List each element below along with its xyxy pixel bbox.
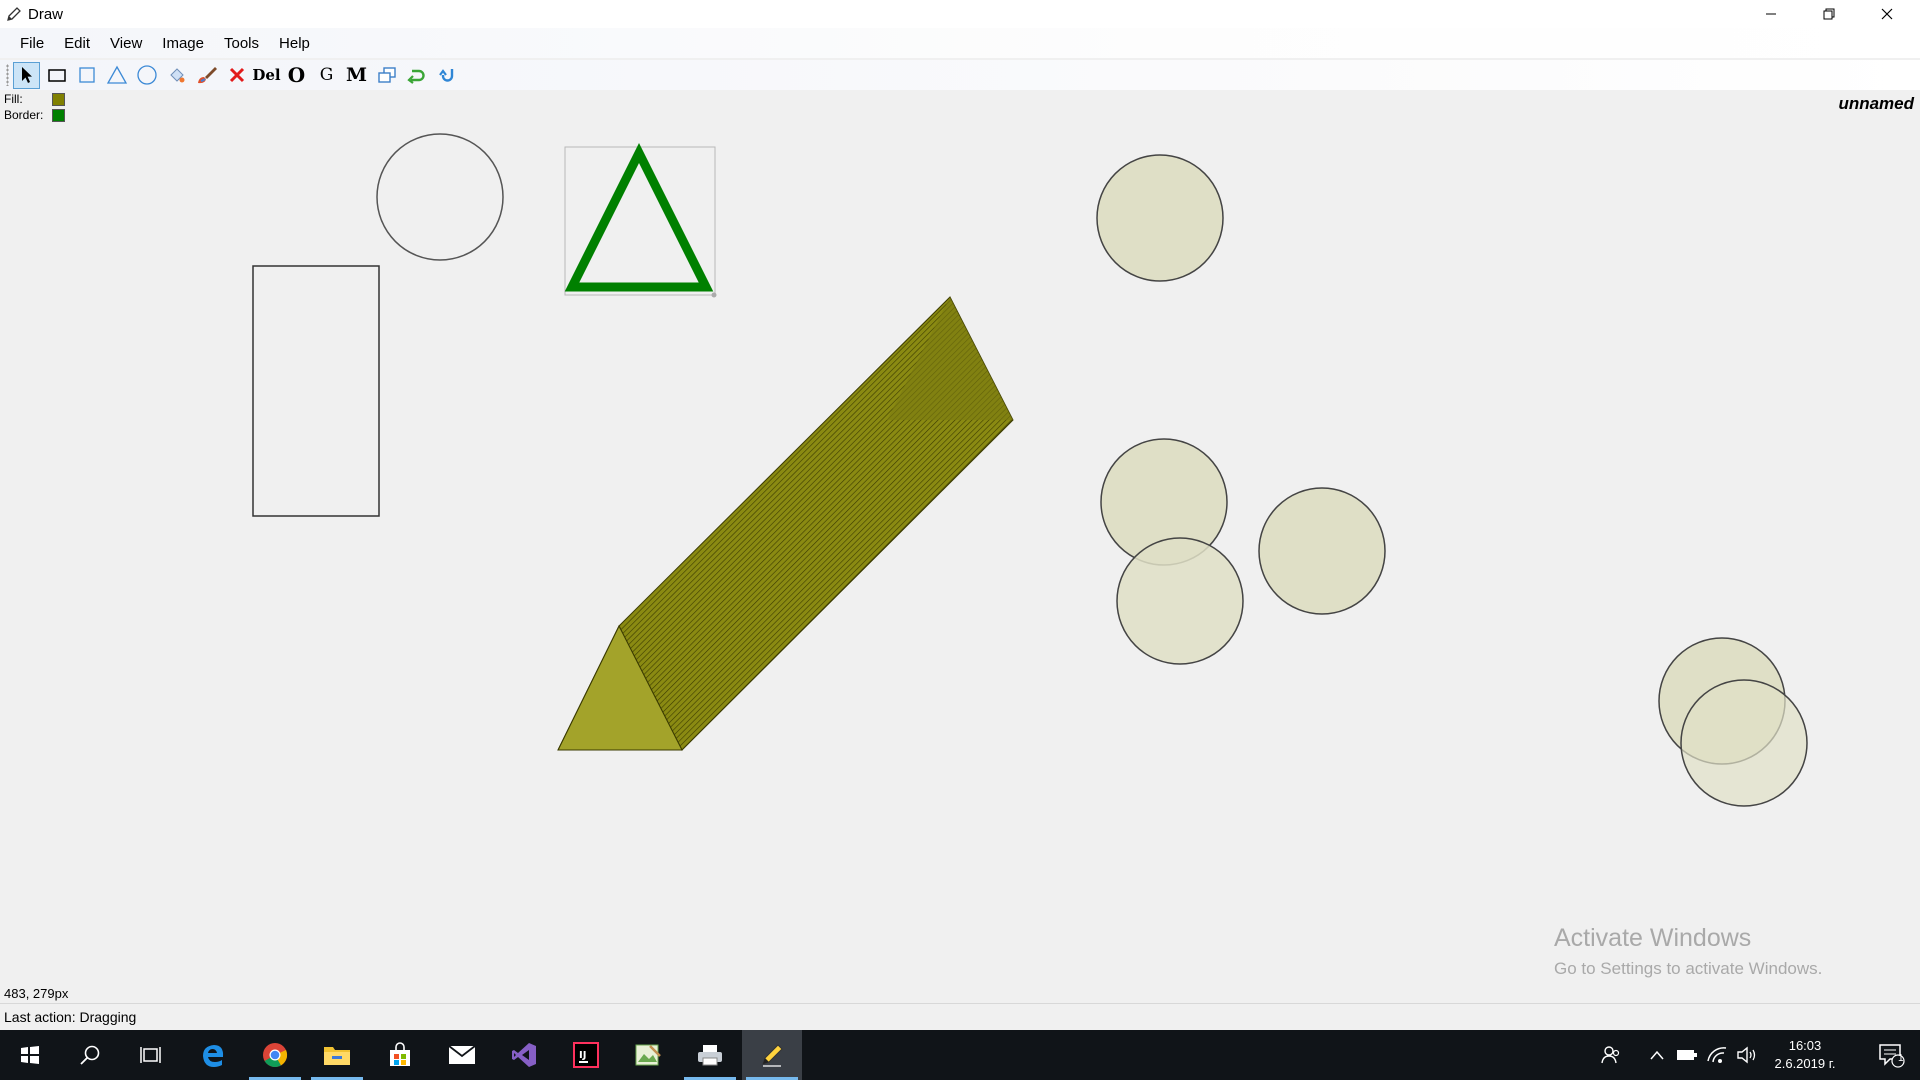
draw-app-icon[interactable] [742,1030,802,1080]
rectangle-icon [47,69,66,82]
paint-bucket-icon [169,68,184,83]
chrome-icon[interactable] [245,1030,305,1080]
undo-button[interactable] [433,62,460,89]
task-view-icon[interactable] [120,1030,180,1080]
notification-count: 1 [1898,1053,1904,1064]
image-editor-icon[interactable] [618,1030,678,1080]
visual-studio-icon[interactable] [494,1030,554,1080]
menu-view[interactable]: View [102,31,151,56]
last-action-status: Last action: Dragging [4,1009,137,1025]
fill-color-button[interactable] [163,62,190,89]
menu-image[interactable]: Image [154,31,213,56]
svg-text:IJ: IJ [579,1050,586,1061]
activate-windows-watermark: Activate Windows Go to Settings to activ… [1554,924,1822,979]
rectangle-tool-button[interactable] [43,62,70,89]
restore-button[interactable] [1800,0,1858,28]
people-icon[interactable] [1596,1030,1626,1080]
filled-circle[interactable] [1258,487,1386,615]
status-divider [0,1003,1920,1004]
opacity-button[interactable]: O [283,62,310,89]
chevron-up-icon[interactable] [1642,1030,1672,1080]
close-icon [1881,8,1893,20]
group-button[interactable]: G [313,62,340,89]
red-x-icon [229,67,244,83]
filled-circle[interactable] [1680,679,1808,807]
restore-icon [1823,8,1835,20]
ellipse-icon [136,65,157,85]
search-icon[interactable] [60,1030,120,1080]
menu-edit[interactable]: Edit [56,31,99,56]
watermark-subtitle: Go to Settings to activate Windows. [1554,959,1823,978]
square-tool-button[interactable] [73,62,100,89]
brush-icon [197,67,217,84]
menu-bar: File Edit View Image Tools Help [0,28,1920,58]
cursor-coordinates: 483, 279px [4,986,69,1001]
toolbar-grip[interactable] [6,64,9,86]
mail-icon[interactable] [432,1030,492,1080]
copy-icon [377,67,396,83]
triangle-icon [106,65,127,84]
printer-icon[interactable] [680,1030,740,1080]
copy-button[interactable] [373,62,400,89]
rotate-button[interactable] [403,62,430,89]
windows-taskbar: IJ 16:03 2.6.2019 г. 1 [0,1030,1920,1080]
notifications-icon[interactable]: 1 [1866,1030,1916,1080]
system-clock[interactable]: 16:03 2.6.2019 г. [1760,1037,1850,1073]
delete-all-button[interactable] [223,62,250,89]
draw-app-window: Draw File Edit View Image Tools Help Del… [0,0,1920,1080]
edge-icon[interactable] [183,1030,243,1080]
filled-circle[interactable] [1116,537,1244,665]
minimize-button[interactable] [1742,0,1800,28]
toolbar: Del O G M [0,60,1920,90]
battery-icon[interactable] [1672,1030,1702,1080]
outline-rectangle[interactable] [252,265,380,517]
triangle-tool-button[interactable] [103,62,130,89]
outline-circle[interactable] [376,133,504,261]
arrow-cursor-icon [21,67,32,83]
menu-tools[interactable]: Tools [216,31,268,56]
clock-date: 2.6.2019 г. [1774,1056,1836,1071]
window-title: Draw [28,5,64,23]
title-bar: Draw [0,0,1920,28]
wifi-icon[interactable] [1702,1030,1732,1080]
border-color-button[interactable] [193,62,220,89]
ellipse-tool-button[interactable] [133,62,160,89]
clock-time: 16:03 [1788,1038,1822,1053]
minimize-icon [1766,13,1776,15]
close-button[interactable] [1858,0,1916,28]
swept-prism-shape[interactable] [557,296,1014,751]
volume-icon[interactable] [1732,1030,1762,1080]
pencil-icon [2,0,26,28]
file-explorer-icon[interactable] [307,1030,367,1080]
selection-handle[interactable] [711,292,717,298]
selection-box [564,146,716,296]
delete-button[interactable]: Del [252,62,280,89]
intellij-icon[interactable]: IJ [556,1030,616,1080]
rotate-green-icon [406,69,425,84]
menu-file[interactable]: File [12,31,53,56]
select-tool-button[interactable] [13,61,40,89]
menu-help[interactable]: Help [271,31,319,56]
watermark-title: Activate Windows [1554,924,1752,952]
filled-circle[interactable] [1096,154,1224,282]
undo-blue-icon [438,69,453,82]
green-triangle[interactable] [564,142,714,292]
square-icon [78,67,95,83]
drawing-canvas[interactable] [0,90,1920,990]
windows-start-icon[interactable] [0,1030,60,1080]
store-icon[interactable] [370,1030,430,1080]
move-button[interactable]: M [343,62,370,89]
